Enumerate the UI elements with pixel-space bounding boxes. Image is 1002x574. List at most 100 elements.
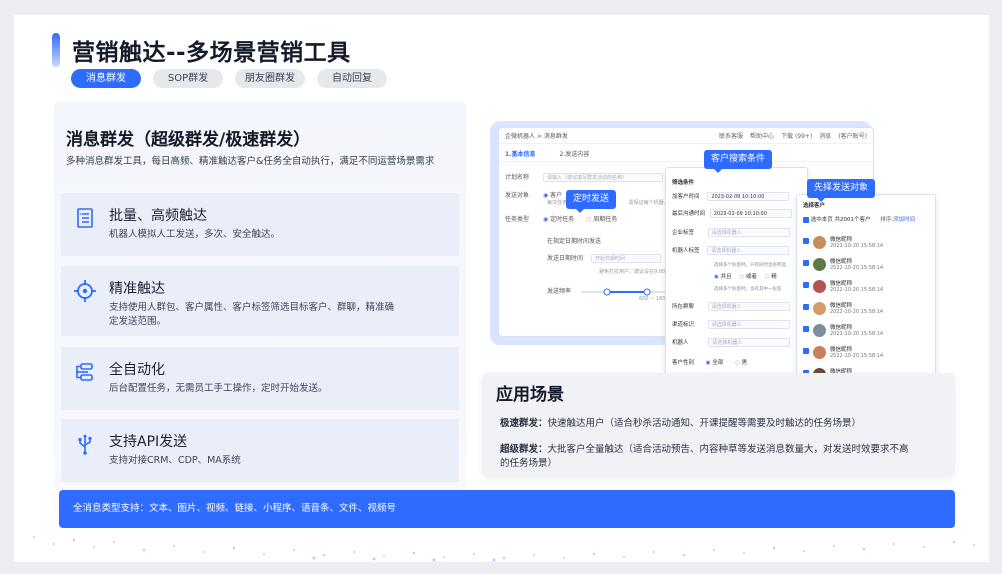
freq-row: 发送频率 <box>547 286 669 296</box>
feature-title: 支持API发送 <box>109 434 188 450</box>
logic-options: ◉ 并且 ○ 或者 ○ 精 <box>714 274 777 280</box>
channel-row: 渠道标识 请选择机器人 <box>672 320 790 329</box>
tab-sop-broadcast[interactable]: SOP群发 <box>153 69 223 88</box>
group-row: 所在群聊 请选择机器人 <box>672 302 790 311</box>
add-time-input[interactable]: 2023-02-09 10:10:00 <box>707 192 790 201</box>
robot-input[interactable]: 请选择机器人 <box>708 338 791 347</box>
tab-bar: 消息群发 SOP群发 朋友圈群发 自动回复 <box>71 69 387 88</box>
filter-panel: 筛选条件 加客户时间 2023-02-09 10:10:00 最后沟通时间 20… <box>665 167 808 387</box>
customer-checkbox[interactable] <box>803 238 809 244</box>
feature-title: 批量、高频触达 <box>109 208 207 224</box>
slide: 营销触达--多场景营销工具 消息群发 SOP群发 朋友圈群发 自动回复 消息群发… <box>14 15 989 562</box>
group-input[interactable]: 请选择机器人 <box>707 302 790 311</box>
date-row: 发送日期时间 开始日期时间 <box>547 253 661 263</box>
feature-card-api: 支持API发送 支持对接CRM、CDP、MA系统 <box>61 419 459 482</box>
nav-help[interactable]: 帮助中心 <box>750 131 774 140</box>
form-steps: 1.基本信息 2.发送内容 <box>499 144 873 162</box>
tab-auto-reply[interactable]: 自动回复 <box>317 69 387 88</box>
flow-icon <box>76 363 93 381</box>
feature-card-precise: 精准触达 支持使用人群包、客户属性、客户标签筛选目标客户、群聊，精准确定发送范围… <box>61 266 459 336</box>
last-contact-row: 最后沟通时间 2023-02-09 10:10:00 <box>672 209 792 218</box>
scenarios-title: 应用场景 <box>496 385 564 405</box>
section-description: 多种消息群发工具，每日高频、精准触达客户&任务全自动执行，满足不同运营场景需求 <box>66 156 435 167</box>
feature-card-automation: 全自动化 后台配置任务，无需员工手工操作，定时开始发送。 <box>61 347 459 410</box>
nav-messages[interactable]: 消息 <box>819 131 831 140</box>
date-input[interactable]: 开始日期时间 <box>590 254 661 263</box>
breadcrumb: 企微机器人 > 消息群发 <box>505 133 568 140</box>
plan-label: 计划名称 <box>505 174 530 181</box>
application-scenarios: 应用场景 极速群发：快速触达用户（适合秒杀活动通知、开课提醒等需要及时触达的任务… <box>482 373 955 477</box>
feature-desc: 机器人模拟人工发送，多次、安全触达。 <box>109 229 281 240</box>
select-target-tag: 先择发送对象 <box>807 179 876 202</box>
customer-search-tag: 客户搜索条件 <box>704 150 773 173</box>
task-label: 任务类型 <box>505 216 530 223</box>
customer-checkbox[interactable] <box>803 260 809 266</box>
target-row: 发送对象 ◉ 客户 <box>505 192 563 199</box>
tab-moments-broadcast[interactable]: 朋友圈群发 <box>235 69 305 88</box>
step-content[interactable]: 2.发送内容 <box>559 149 589 158</box>
list-icon <box>77 208 93 228</box>
tab-message-broadcast[interactable]: 消息群发 <box>71 69 141 88</box>
feature-title: 全自动化 <box>109 362 165 378</box>
select-heading: 选择客户 <box>803 203 826 209</box>
nav-support[interactable]: 联系客服 <box>719 131 743 140</box>
customer-checkbox[interactable] <box>803 304 809 310</box>
usb-icon <box>78 434 92 455</box>
date-label: 发送日期时间 <box>547 255 584 262</box>
message-types-bar: 全消息类型支持：文本、图片、视频、链接、小程序、语音条、文件、视频号 <box>59 490 955 528</box>
tag-row: 企业标签 请选择机器人 <box>672 228 790 237</box>
feature-desc: 支持使用人群包、客户属性、客户标签筛选目标客户、群聊，精准确定发送范围。 <box>109 302 395 327</box>
customer-item[interactable]: 微信昵称 2022-10-20 15:58:14 <box>803 345 931 365</box>
avatar <box>813 302 826 315</box>
last-contact-input[interactable]: 2023-02-09 10:10:00 <box>709 209 792 218</box>
sort-link[interactable]: 添加时间 <box>893 217 915 223</box>
target-option[interactable]: 客户 <box>550 192 562 199</box>
feature-card-batch: 批量、高频触达 机器人模拟人工发送，多次、安全触达。 <box>61 193 459 256</box>
task-option-scheduled[interactable]: 定时任务 <box>550 216 574 223</box>
customer-item[interactable]: 微信昵称 2022-10-20 15:58:14 <box>803 301 931 321</box>
app-topnav: 企微机器人 > 消息群发 联系客服 帮助中心 下载 (99+) 消息 (客户账号… <box>499 128 873 144</box>
hint-1: 选择多个标签时，只有同时含有所选 <box>714 263 786 268</box>
section-title: 消息群发（超级群发/极速群发） <box>66 130 311 150</box>
select-page-checkbox[interactable] <box>803 216 809 223</box>
nav-account[interactable]: (客户账号) <box>838 131 867 140</box>
customer-checkbox[interactable] <box>803 326 809 332</box>
scenario-super: 超级群发：大批客户全量触达（适合活动预告、内容种草等发送消息数量大，对发送时效要… <box>500 444 909 469</box>
range-label: 在指定日期时间发送 <box>547 238 602 245</box>
customer-item[interactable]: 微信昵称 2022-10-20 15:58:14 <box>803 257 931 277</box>
page-title: 营销触达--多场景营销工具 <box>72 40 351 66</box>
tag-input[interactable]: 请选择机器人 <box>707 228 790 237</box>
scheduled-send-tag: 定时发送 <box>566 190 617 213</box>
customer-item[interactable]: 微信昵称 2022-10-20 15:58:14 <box>803 323 931 343</box>
feature-title: 精准触达 <box>109 281 165 297</box>
step-basic-info[interactable]: 1.基本信息 <box>505 149 535 158</box>
select-customer-panel: 选择客户 选中本页 共2001个客户 排序:添加时间 微信昵称 2022-10-2… <box>796 194 936 384</box>
plan-name-input[interactable]: 请输入（建议填写群发活动的名称） <box>542 173 663 182</box>
avatar <box>813 346 826 359</box>
customer-checkbox[interactable] <box>803 282 809 288</box>
target-icon <box>74 280 96 302</box>
scenario-fast: 极速群发：快速触达用户（适合秒杀活动通知、开课提醒等需要及时触达的任务场景） <box>500 418 862 429</box>
target-label: 发送对象 <box>505 192 530 199</box>
select-toolbar: 选中本页 共2001个客户 排序:添加时间 <box>803 215 915 223</box>
task-type-row: 任务类型 ◉ 定时任务 ○ 周期任务 <box>505 216 618 223</box>
robot-tag-row: 机器人标签 请选择机器人 <box>672 246 790 255</box>
freq-slider[interactable] <box>579 288 669 296</box>
freq-label: 发送频率 <box>547 288 572 295</box>
robot-tag-input[interactable]: 请选择机器人 <box>707 246 790 255</box>
feature-desc: 后台配置任务，无需员工手工操作，定时开始发送。 <box>109 383 328 394</box>
customer-item[interactable]: 微信昵称 2022-10-20 15:58:14 <box>803 279 931 299</box>
title-accent-bar <box>52 33 60 67</box>
customer-checkbox[interactable] <box>803 348 809 354</box>
channel-input[interactable]: 请选择机器人 <box>707 320 790 329</box>
avatar <box>813 280 826 293</box>
nav-download[interactable]: 下载 (99+) <box>781 131 812 140</box>
filter-heading: 筛选条件 <box>672 180 695 186</box>
avatar <box>813 236 826 249</box>
gender-row: 客户性别 ◉ 全部 ○ 男 <box>672 360 748 366</box>
avatar <box>813 258 826 271</box>
robot-row: 机器人 请选择机器人 <box>672 338 791 347</box>
customer-item[interactable]: 微信昵称 2022-10-20 15:58:14 <box>803 235 931 255</box>
avatar <box>813 324 826 337</box>
task-option-periodic[interactable]: 周期任务 <box>593 216 617 223</box>
